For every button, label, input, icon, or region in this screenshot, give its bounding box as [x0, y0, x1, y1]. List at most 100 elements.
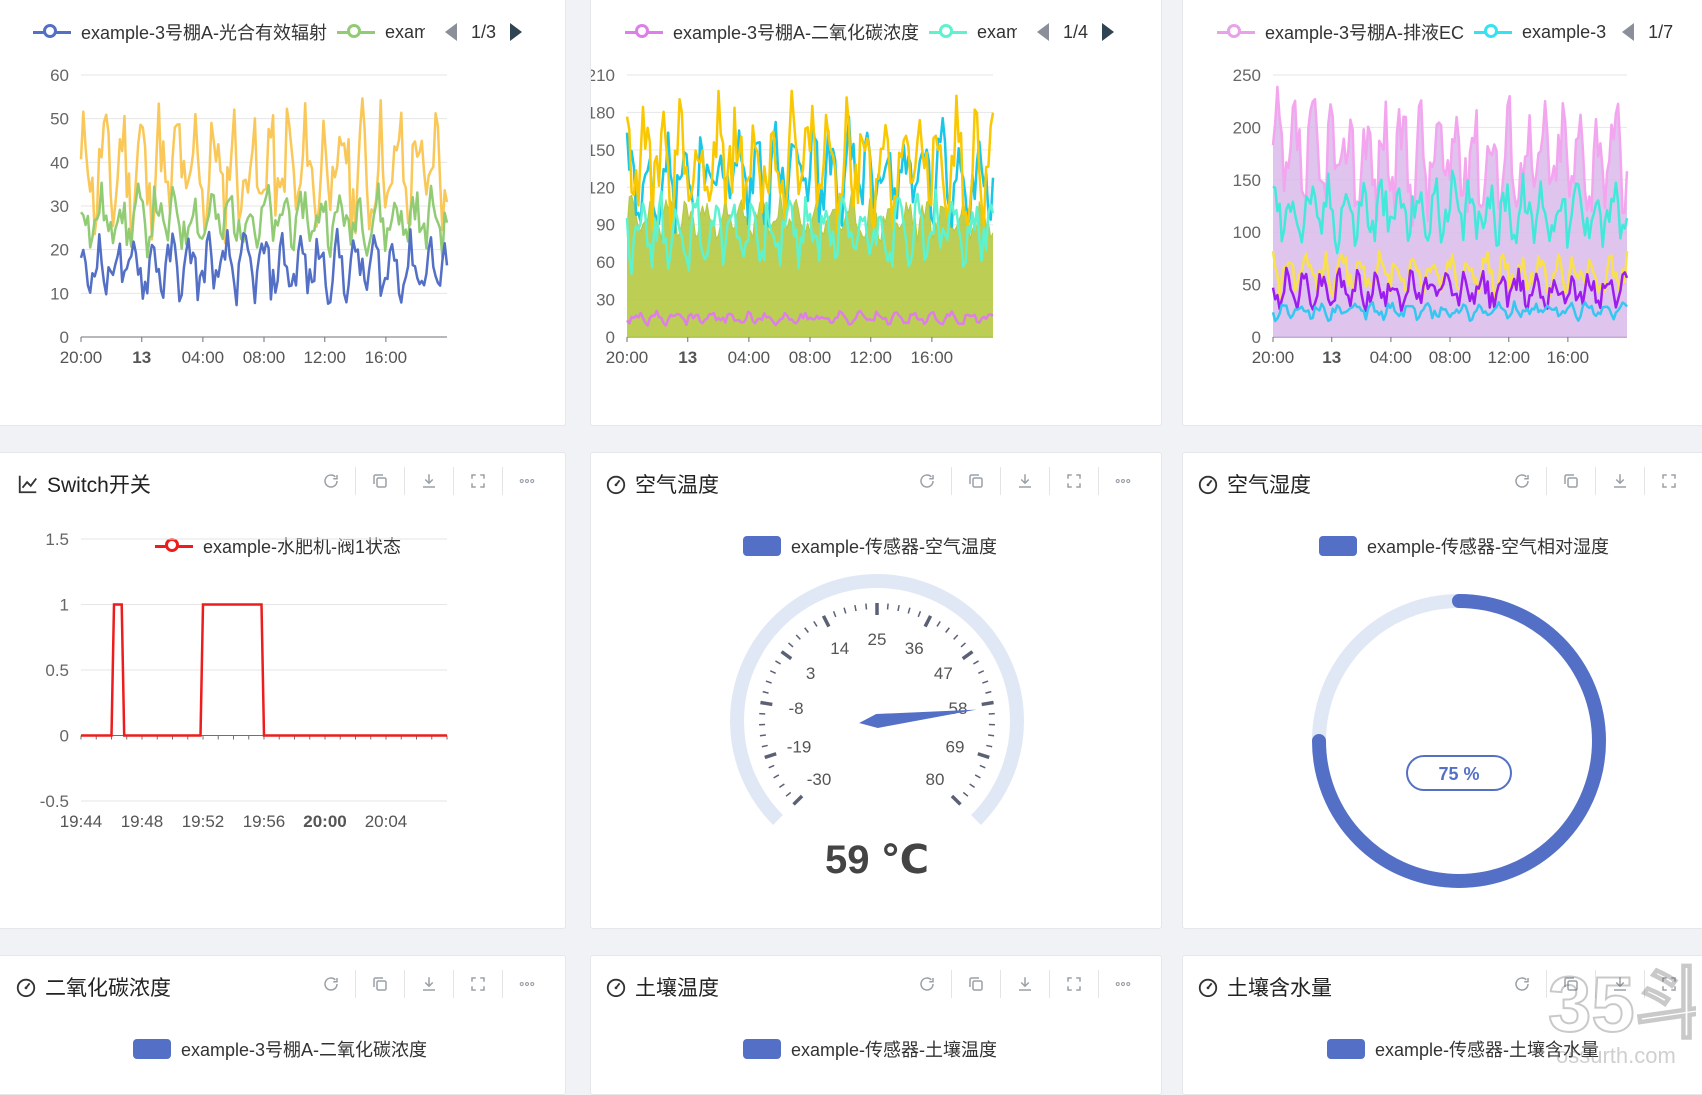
y-tick-label: 150: [1233, 171, 1261, 190]
gauge-label: 47: [934, 664, 953, 683]
air-humidity-card: 空气湿度 example-传感器-空气相对湿度 75 %: [1182, 452, 1702, 929]
x-tick-label: 20:00: [60, 348, 103, 367]
x-tick-label: 04:00: [182, 348, 225, 367]
card-title: 土壤温度: [605, 972, 719, 1002]
y-tick-label: 60: [50, 66, 69, 85]
gauge-minor-tick: [762, 745, 768, 746]
refresh-button[interactable]: [1498, 970, 1546, 998]
gauge-minor-tick: [844, 608, 846, 614]
x-tick-label: 20:04: [365, 812, 408, 831]
download-icon: [420, 975, 438, 993]
y-tick-label: 1: [60, 596, 69, 615]
gauge-minor-tick: [788, 643, 793, 647]
y-tick-label: 120: [591, 178, 615, 197]
x-tick-label: 13: [1322, 348, 1341, 367]
fullscreen-button[interactable]: [453, 970, 502, 998]
chart-legend: example-传感器-土壤温度: [743, 1036, 997, 1062]
gauge-major-tick: [982, 703, 994, 705]
fullscreen-icon: [1065, 975, 1083, 993]
y-tick-label: 50: [50, 110, 69, 129]
gauge-minor-tick: [985, 692, 991, 693]
gauge-minor-tick: [774, 775, 779, 778]
gauge-major-tick: [765, 754, 776, 758]
fullscreen-button[interactable]: [1049, 970, 1098, 998]
gauge-minor-tick: [866, 604, 867, 610]
legend-marker-soil-water[interactable]: [1327, 1039, 1365, 1059]
y-tick-label: 200: [1233, 118, 1261, 137]
copy-icon: [967, 975, 985, 993]
y-tick-label: 150: [591, 141, 615, 160]
more-button[interactable]: [1098, 970, 1147, 998]
y-tick-label: 180: [591, 103, 615, 122]
x-tick-label: 16:00: [1547, 348, 1590, 367]
copy-icon: [371, 975, 389, 993]
x-tick-label: 12:00: [303, 348, 346, 367]
gauge-minor-tick: [970, 784, 975, 787]
gauge-minor-tick: [986, 745, 992, 746]
gauge-minor-tick: [988, 735, 994, 736]
refresh-icon: [918, 975, 936, 993]
gauge-label: 69: [946, 737, 965, 756]
legend-marker-soil-temp[interactable]: [743, 1039, 781, 1059]
download-icon: [1016, 975, 1034, 993]
x-tick-label: 20:00: [606, 348, 649, 367]
gauge-minor-tick: [834, 611, 836, 617]
y-tick-label: 10: [50, 284, 69, 303]
y-tick-label: 1.5: [45, 530, 69, 549]
gauge-minor-tick: [954, 635, 958, 639]
gauge-major-tick: [963, 652, 973, 659]
gauge-minor-tick: [946, 628, 950, 633]
chart-card-light: example-3号棚A-光合有效辐射 exam 1/3 60504030201…: [0, 0, 566, 426]
gauge-minor-tick: [760, 735, 766, 736]
gauge-track: [737, 581, 1017, 820]
x-tick-label: 08:00: [1429, 348, 1472, 367]
legend-item-soil-temp[interactable]: example-传感器-土壤温度: [791, 1036, 997, 1062]
y-tick-label: 100: [1233, 223, 1261, 242]
chart-card-co2-trend: example-3号棚A-二氧化碳浓度 exam 1/4 21018015012…: [590, 0, 1162, 426]
gauge-minor-tick: [775, 661, 780, 664]
x-tick-label: 12:00: [849, 348, 892, 367]
y-tick-label: 60: [596, 253, 615, 272]
co2-card: 二氧化碳浓度 example-3号棚A-二氧化碳浓度: [0, 955, 566, 1095]
more-button[interactable]: [502, 970, 551, 998]
card-header: 土壤温度: [591, 956, 1161, 1010]
y-tick-label: -0.5: [40, 792, 69, 811]
x-tick-label: 16:00: [911, 348, 954, 367]
gauge-icon: [15, 976, 37, 998]
copy-button[interactable]: [355, 970, 404, 998]
legend-item-co2[interactable]: example-3号棚A-二氧化碳浓度: [181, 1036, 427, 1062]
air-temp-gauge: -30-19-831425364758698059 ℃: [591, 453, 1162, 929]
gauge-minor-tick: [763, 692, 769, 693]
y-tick-label: 0.5: [45, 661, 69, 680]
copy-button[interactable]: [951, 970, 1000, 998]
gauge-major-tick: [823, 616, 828, 627]
y-tick-label: 0: [60, 328, 69, 347]
refresh-button[interactable]: [307, 970, 355, 998]
y-tick-label: 40: [50, 153, 69, 172]
card-header: 二氧化碳浓度: [0, 956, 565, 1010]
download-button[interactable]: [1000, 970, 1049, 998]
co2-area-chart: 210180150120906030020:001304:0008:0012:0…: [591, 0, 1162, 426]
gauge-label: 25: [868, 630, 887, 649]
gauge-label: 3: [806, 664, 815, 683]
gauge-major-tick: [760, 703, 772, 705]
refresh-button[interactable]: [903, 970, 951, 998]
air-humidity-ring: 75 %: [1183, 453, 1702, 929]
gauge-minor-tick: [918, 611, 920, 617]
refresh-icon: [322, 975, 340, 993]
x-tick-label: 20:00: [1252, 348, 1295, 367]
gauge-label: -19: [787, 737, 812, 756]
x-tick-label: 12:00: [1487, 348, 1530, 367]
y-tick-label: 210: [591, 66, 615, 85]
gauge-minor-tick: [980, 765, 986, 767]
x-tick-label: 19:52: [182, 812, 225, 831]
y-tick-label: 0: [1252, 328, 1261, 347]
gauge-icon: [605, 976, 627, 998]
legend-marker-co2[interactable]: [133, 1039, 171, 1059]
download-button[interactable]: [404, 970, 453, 998]
gauge-minor-tick: [973, 661, 978, 664]
x-tick-label: 20:00: [303, 812, 346, 831]
refresh-icon: [1513, 975, 1531, 993]
gauge-minor-tick: [770, 671, 775, 674]
gauge-minor-tick: [978, 671, 983, 674]
